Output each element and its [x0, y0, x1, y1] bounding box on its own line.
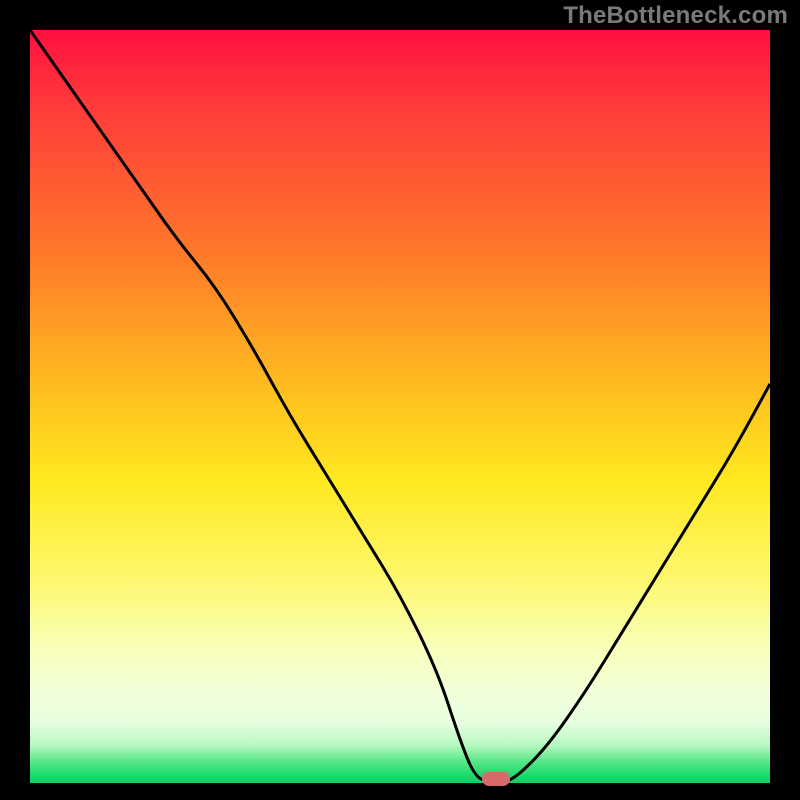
optimal-point-marker [482, 772, 510, 786]
chart-frame: TheBottleneck.com [0, 0, 800, 800]
bottleneck-curve-path [30, 30, 770, 783]
plot-area [30, 30, 770, 783]
curve-svg [30, 30, 770, 783]
attribution-text: TheBottleneck.com [563, 2, 788, 30]
